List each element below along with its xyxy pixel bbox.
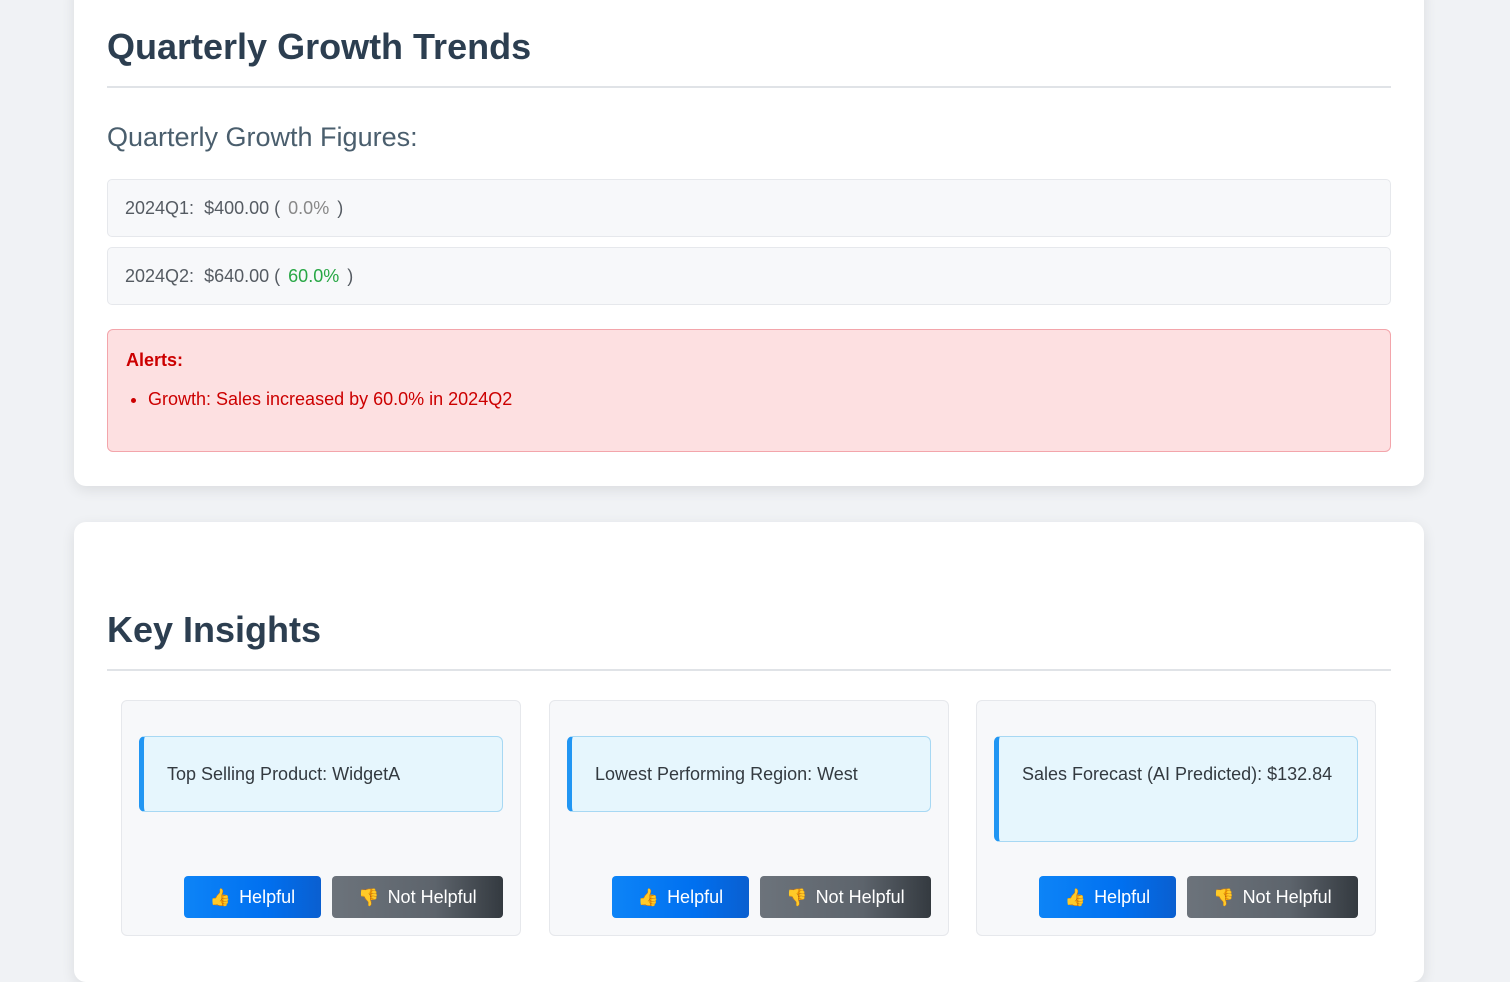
paren-close: ) [347, 265, 354, 286]
thumbs-up-icon: 👍 [1064, 887, 1087, 907]
growth-percent: 60.0% [288, 265, 340, 286]
insights-section-title: Key Insights [107, 609, 1391, 671]
helpful-label: Helpful [239, 886, 296, 907]
not-helpful-button[interactable]: 👎 Not Helpful [760, 876, 931, 918]
not-helpful-label: Not Helpful [387, 886, 477, 907]
helpful-label: Helpful [1094, 886, 1151, 907]
quarter-label: 2024Q2: [125, 265, 195, 286]
not-helpful-button[interactable]: 👎 Not Helpful [332, 876, 503, 918]
insight-text: Sales Forecast (AI Predicted): $132.84 [994, 736, 1358, 842]
growth-section-title: Quarterly Growth Trends [107, 26, 1391, 88]
alerts-title: Alerts: [126, 350, 184, 370]
thumbs-up-icon: 👍 [637, 887, 660, 907]
paren-open: ( [274, 265, 281, 286]
alert-item: Growth: Sales increased by 60.0% in 2024… [148, 389, 1372, 410]
helpful-label: Helpful [667, 886, 724, 907]
insight-tile-top-product: Top Selling Product: WidgetA 👍 Helpful 👎… [121, 700, 521, 936]
paren-close: ) [337, 197, 344, 218]
growth-figures-heading: Quarterly Growth Figures: [107, 122, 418, 152]
insights-card: Key Insights Top Selling Product: Widget… [74, 522, 1424, 982]
growth-card: Quarterly Growth Trends Quarterly Growth… [74, 0, 1424, 486]
thumbs-down-icon: 👎 [358, 887, 380, 907]
insight-text: Lowest Performing Region: West [567, 736, 931, 812]
paren-open: ( [274, 197, 281, 218]
insight-text: Top Selling Product: WidgetA [139, 736, 503, 812]
quarter-amount: $640.00 [204, 265, 270, 286]
insight-tile-lowest-region: Lowest Performing Region: West 👍 Helpful… [549, 700, 949, 936]
quarter-label: 2024Q1: [125, 197, 195, 218]
not-helpful-label: Not Helpful [815, 886, 905, 907]
thumbs-down-icon: 👎 [786, 887, 808, 907]
growth-row-2024q1: 2024Q1: $400.00 ( 0.0% ) [107, 179, 1391, 237]
quarter-amount: $400.00 [204, 197, 270, 218]
growth-row-2024q2: 2024Q2: $640.00 ( 60.0% ) [107, 247, 1391, 305]
insight-tile-sales-forecast: Sales Forecast (AI Predicted): $132.84 👍… [976, 700, 1376, 936]
helpful-button[interactable]: 👍 Helpful [1039, 876, 1176, 918]
thumbs-up-icon: 👍 [209, 887, 232, 907]
helpful-button[interactable]: 👍 Helpful [184, 876, 321, 918]
thumbs-down-icon: 👎 [1213, 887, 1235, 907]
alerts-box: Alerts: Growth: Sales increased by 60.0%… [107, 329, 1391, 452]
alerts-list: Growth: Sales increased by 60.0% in 2024… [126, 389, 1372, 410]
not-helpful-label: Not Helpful [1242, 886, 1332, 907]
growth-percent: 0.0% [288, 197, 330, 218]
not-helpful-button[interactable]: 👎 Not Helpful [1187, 876, 1358, 918]
helpful-button[interactable]: 👍 Helpful [612, 876, 749, 918]
